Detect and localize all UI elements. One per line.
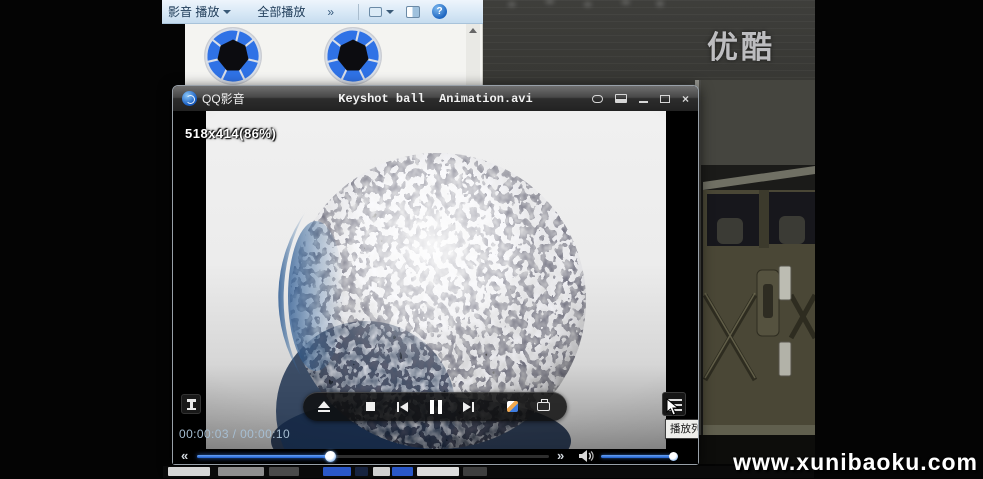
qq-player-window: QQ影音 Keyshot ball Animation.avi × <box>172 85 699 465</box>
underlying-progress-strip <box>163 466 814 478</box>
menu-play-all-label: 全部播放 <box>257 3 305 20</box>
tools-icon <box>187 399 196 410</box>
seek-back-button[interactable]: « <box>181 448 188 464</box>
app-name: QQ影音 <box>202 90 245 107</box>
eject-button[interactable] <box>311 392 337 421</box>
filmstrip-segment <box>323 467 351 476</box>
feedback-bubble-icon[interactable] <box>592 93 603 105</box>
seek-thumb[interactable] <box>325 451 336 462</box>
pause-button[interactable] <box>423 392 449 421</box>
minimize-icon[interactable] <box>639 93 648 105</box>
mouse-cursor <box>666 398 679 416</box>
menu-play-with-player[interactable]: 影音 播放 <box>162 0 237 23</box>
titlebar-controls: × <box>592 93 689 105</box>
seek-row: « » <box>173 448 698 464</box>
site-watermark: www.xunibaoku.com <box>733 449 978 476</box>
chevron-down-icon <box>386 10 394 14</box>
preview-pane-button[interactable] <box>400 0 426 23</box>
player-tools-button[interactable] <box>181 394 201 414</box>
views-icon <box>369 7 382 17</box>
filmstrip-segment <box>355 467 368 476</box>
filmstrip-segment <box>168 467 210 476</box>
qq-player-logo-icon <box>182 91 197 106</box>
volume-track[interactable] <box>601 455 675 458</box>
views-button[interactable] <box>363 0 400 23</box>
next-icon <box>463 402 471 412</box>
scroll-up-icon <box>469 28 477 33</box>
seek-played-bar <box>197 455 332 458</box>
youku-watermark: 优酷 <box>707 22 775 67</box>
filmstrip-segment <box>269 467 299 476</box>
help-button[interactable]: ? <box>426 0 453 23</box>
player-titlebar[interactable]: QQ影音 Keyshot ball Animation.avi × <box>173 86 698 111</box>
keyshot-file-icon[interactable] <box>323 25 383 87</box>
previous-button[interactable] <box>391 392 413 421</box>
resolution-overlay: 518x414(86%) <box>185 126 276 141</box>
color-palette-icon <box>507 401 518 412</box>
van-render <box>695 80 815 464</box>
explorer-file-area <box>185 24 483 90</box>
volume-thumb[interactable] <box>669 452 678 461</box>
toolbar-overflow-button[interactable]: » <box>321 0 340 23</box>
toolbar-separator <box>358 4 359 20</box>
help-icon: ? <box>432 4 447 19</box>
menu-play-label: 影音 播放 <box>168 3 219 20</box>
screenshot-stage: 优酷 影音 播放 全部播放 <box>0 0 983 479</box>
menu-play-all[interactable]: 全部播放 <box>251 0 311 23</box>
mini-mode-icon[interactable] <box>615 93 627 105</box>
stop-button[interactable] <box>359 392 381 421</box>
playback-controls <box>303 392 567 421</box>
maximize-icon[interactable] <box>660 93 670 105</box>
filmstrip-segment <box>417 467 459 476</box>
keyshot-file-icon[interactable] <box>203 25 263 87</box>
filmstrip-segment <box>463 467 487 476</box>
stop-icon <box>366 402 375 411</box>
color-settings-button[interactable] <box>501 392 523 421</box>
overflow-chevron-icon: » <box>327 5 334 19</box>
filmstrip-segment <box>373 467 390 476</box>
pause-icon <box>430 400 442 414</box>
chevron-down-icon <box>223 10 231 14</box>
seek-forward-button[interactable]: » <box>557 448 564 464</box>
toolbox-button[interactable] <box>531 392 555 421</box>
next-button[interactable] <box>457 392 479 421</box>
filmstrip-segment <box>218 467 264 476</box>
video-region: 518x414(86%) <box>173 111 698 464</box>
playlist-tooltip: 播放列表 <box>665 419 698 439</box>
faint-watermark-fragment <box>489 0 679 10</box>
explorer-toolbar: 影音 播放 全部播放 » ? <box>162 0 483 24</box>
volume-icon[interactable] <box>579 450 595 462</box>
close-icon[interactable]: × <box>682 93 689 105</box>
time-display: 00:00:03 / 00:00:10 <box>179 427 290 441</box>
previous-icon <box>397 402 399 412</box>
eject-icon <box>318 401 330 412</box>
seek-track[interactable] <box>197 455 549 458</box>
scrollbar[interactable] <box>466 24 480 90</box>
toolbox-icon <box>537 402 550 411</box>
preview-pane-icon <box>406 6 420 18</box>
filmstrip-segment <box>392 467 413 476</box>
